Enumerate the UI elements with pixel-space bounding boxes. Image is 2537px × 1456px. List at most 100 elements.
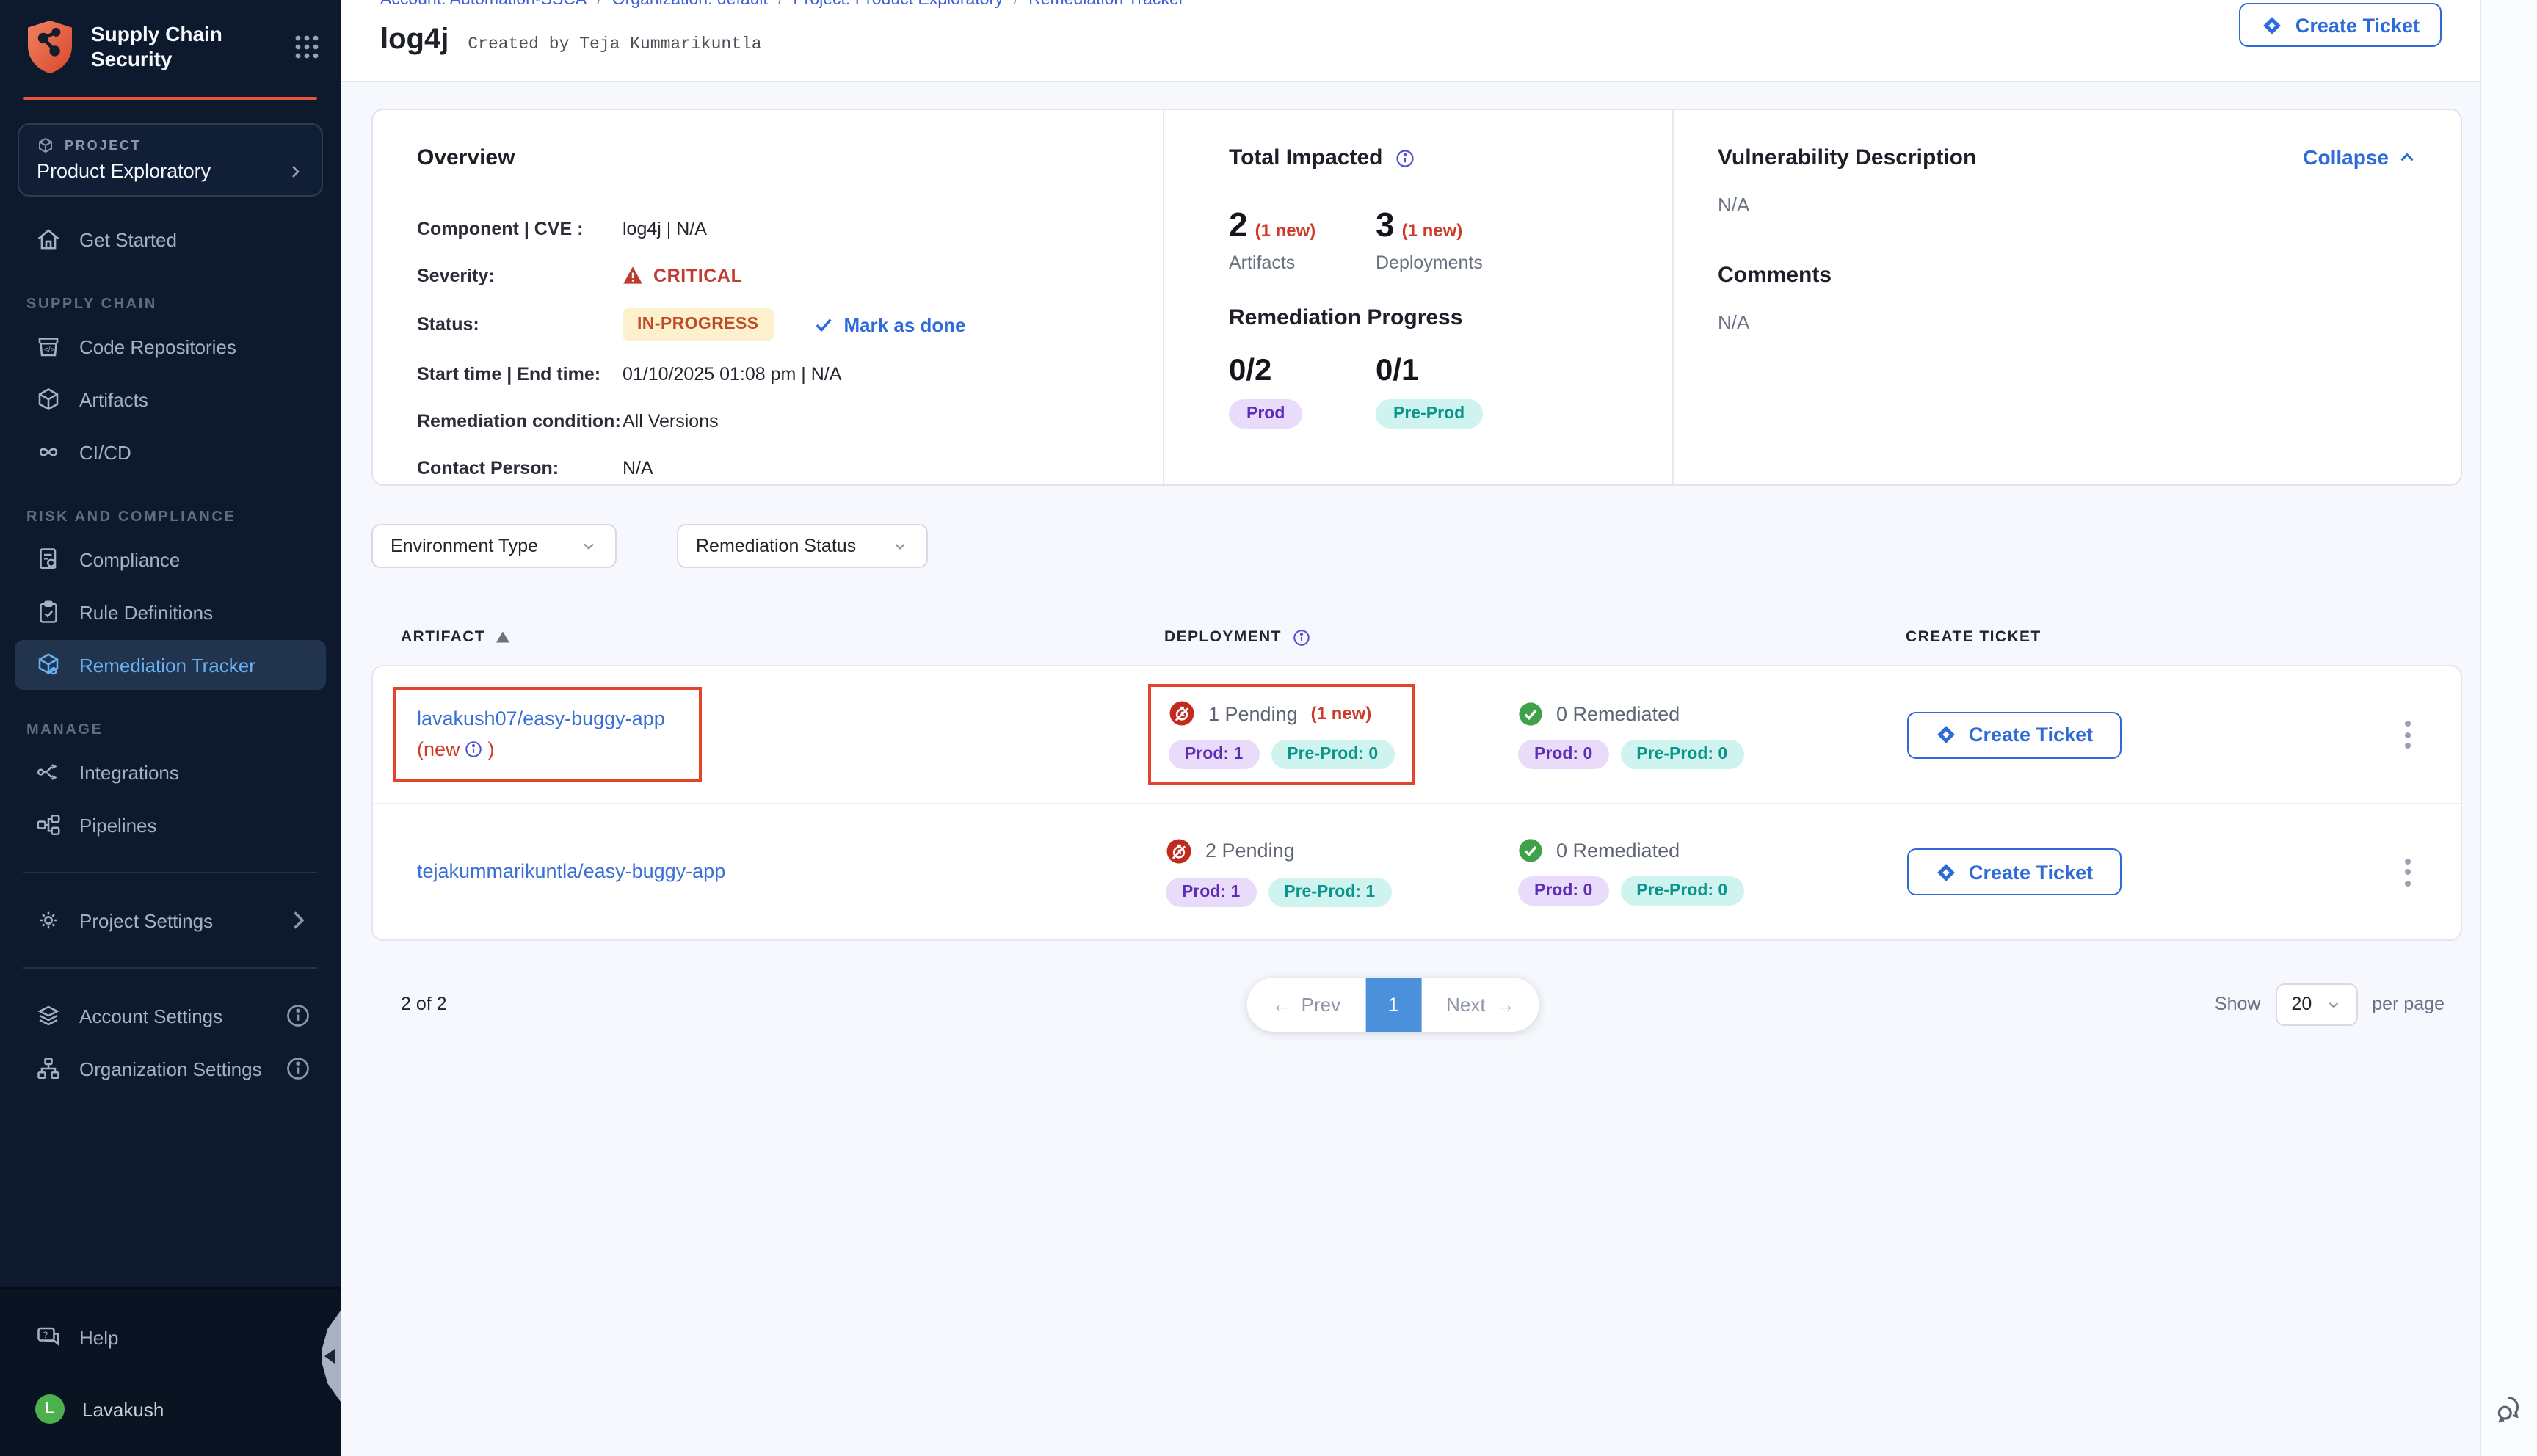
- prod-count-badge: Prod: 0: [1518, 876, 1608, 906]
- overview-row-component: Component | CVE : log4j | N/A: [417, 214, 1163, 242]
- remediation-status-filter[interactable]: Remediation Status: [677, 524, 928, 568]
- environment-type-filter[interactable]: Environment Type: [371, 524, 617, 568]
- breadcrumb-page[interactable]: Remediation Tracker: [1028, 0, 1184, 9]
- status-badge: IN-PROGRESS: [623, 308, 773, 341]
- sidebar-item-compliance[interactable]: Compliance: [15, 534, 326, 584]
- sidebar-item-get-started[interactable]: Get Started: [15, 214, 326, 264]
- new-flag: ): [488, 735, 495, 765]
- support-chat-bubbles-icon[interactable]: [2493, 1391, 2528, 1427]
- sidebar-item-help[interactable]: ? Help: [15, 1312, 326, 1362]
- sidebar-item-label: Help: [79, 1326, 119, 1348]
- breadcrumb-account[interactable]: Account: Automation-SSCA: [380, 0, 587, 9]
- prod-badge: Prod: [1229, 399, 1302, 429]
- overview-title: Overview: [417, 145, 1163, 170]
- avatar: L: [35, 1394, 65, 1424]
- row-menu-kebab-icon[interactable]: [2405, 858, 2461, 886]
- sidebar-item-label: Pipelines: [79, 814, 157, 836]
- breadcrumb-project[interactable]: Project: Product Exploratory: [793, 0, 1003, 9]
- sidebar-item-label: Artifacts: [79, 388, 148, 410]
- sidebar-item-integrations[interactable]: Integrations: [15, 747, 326, 797]
- chevron-right-icon: [285, 907, 311, 933]
- severity-value: CRITICAL: [653, 265, 742, 285]
- org-hierarchy-icon: [35, 1055, 62, 1082]
- breadcrumb-separator: /: [778, 0, 783, 9]
- sidebar-item-user[interactable]: L Lavakush: [15, 1383, 326, 1435]
- create-ticket-button-row[interactable]: Create Ticket: [1907, 848, 2121, 895]
- per-page-label: per page: [2372, 994, 2445, 1014]
- remediated-count: 0 Remediated: [1556, 702, 1680, 724]
- app-root: Supply Chain Security PROJECT Product Ex…: [0, 0, 2537, 1456]
- overview-row-severity: Severity: CRITICAL: [417, 261, 1163, 289]
- column-label: ARTIFACT: [401, 628, 485, 646]
- main-area: Account: Automation-SSCA / Organization: d…: [341, 0, 2480, 1456]
- create-ticket-button-header[interactable]: Create Ticket: [2240, 3, 2442, 47]
- sidebar-item-label: Integrations: [79, 761, 179, 783]
- check-circle-icon: [1518, 701, 1543, 726]
- filter-label: Remediation Status: [696, 536, 856, 556]
- pager: ← Prev 1 Next →: [1247, 977, 1540, 1031]
- chevron-up-icon: [2398, 148, 2417, 167]
- artifact-link[interactable]: lavakush07/easy-buggy-app: [417, 704, 678, 735]
- overview-row-condition: Remediation condition: All Versions: [417, 407, 1163, 434]
- remediated-cell: 0 Remediated Prod: 0 Pre-Prod: 0: [1518, 838, 1907, 906]
- chevron-down-icon: [891, 537, 909, 555]
- impacted-deployments: 3(1 new) Deployments: [1376, 205, 1522, 273]
- module-grid-icon[interactable]: [294, 34, 320, 60]
- info-circle-icon[interactable]: [465, 740, 484, 760]
- sidebar-item-label: Rule Definitions: [79, 601, 213, 623]
- clipboard-check-icon: [35, 599, 62, 625]
- table-filters: Environment Type Remediation Status: [371, 524, 2462, 568]
- info-circle-icon[interactable]: [1395, 148, 1415, 168]
- next-page-button[interactable]: Next →: [1421, 977, 1539, 1031]
- cube-icon: [35, 386, 62, 412]
- info-circle-icon[interactable]: [1292, 627, 1311, 647]
- collapse-arrow-icon: [324, 1349, 334, 1364]
- sidebar-item-project-settings[interactable]: Project Settings: [15, 895, 326, 945]
- mark-as-done-link[interactable]: Mark as done: [813, 313, 965, 335]
- sidebar-item-pipelines[interactable]: Pipelines: [15, 800, 326, 850]
- new-flag: (new: [417, 735, 460, 765]
- sidebar-item-cicd[interactable]: CI/CD: [15, 427, 326, 477]
- check-icon: [813, 314, 833, 335]
- row-menu-kebab-icon[interactable]: [2405, 721, 2461, 749]
- sidebar: Supply Chain Security PROJECT Product Ex…: [0, 0, 341, 1456]
- deployment-cell: 2 Pending Prod: 1 Pre-Prod: 1: [1166, 837, 1518, 906]
- critical-warning-icon: [623, 266, 643, 285]
- sidebar-section-supply-chain: SUPPLY CHAIN: [0, 267, 341, 318]
- app-title: Supply Chain Security: [91, 23, 279, 71]
- project-selector[interactable]: PROJECT Product Exploratory: [18, 123, 323, 197]
- sidebar-item-label: Remediation Tracker: [79, 654, 255, 676]
- pending-new: (1 new): [1311, 703, 1372, 724]
- create-ticket-button-row[interactable]: Create Ticket: [1907, 711, 2121, 758]
- progress-prod: 0/2 Prod: [1229, 354, 1376, 429]
- breadcrumb-org[interactable]: Organization: default: [612, 0, 768, 9]
- impact-column: Total Impacted 2(1 new) Artifacts 3(1 ne…: [1163, 110, 1672, 484]
- brand-divider: [23, 97, 317, 100]
- page-number-active[interactable]: 1: [1365, 977, 1421, 1031]
- table-header: ARTIFACT DEPLOYMENT CREATE TICKET: [371, 609, 2462, 665]
- sidebar-item-label: Project Settings: [79, 909, 213, 931]
- sidebar-item-code-repositories[interactable]: </> Code Repositories: [15, 321, 326, 371]
- sidebar-item-artifacts[interactable]: Artifacts: [15, 374, 326, 424]
- layers-icon: [35, 1002, 62, 1029]
- preprod-count-badge: Pre-Prod: 0: [1620, 876, 1743, 906]
- breadcrumb-separator: /: [597, 0, 601, 9]
- sidebar-item-remediation-tracker[interactable]: Remediation Tracker: [15, 640, 326, 690]
- table-row: tejakummarikuntla/easy-buggy-app 2 Pendi…: [373, 803, 2461, 939]
- help-chat-icon: ?: [35, 1324, 62, 1350]
- sidebar-item-organization-settings[interactable]: Organization Settings: [15, 1044, 326, 1093]
- column-header-artifact[interactable]: ARTIFACT: [401, 628, 1164, 646]
- chevron-down-icon: [580, 537, 598, 555]
- collapse-link[interactable]: Collapse: [2303, 145, 2417, 169]
- prev-page-button[interactable]: ← Prev: [1247, 977, 1365, 1031]
- artifact-link[interactable]: tejakummarikuntla/easy-buggy-app: [402, 856, 1166, 887]
- info-circle-icon: [285, 1002, 311, 1029]
- progress-preprod: 0/1 Pre-Prod: [1376, 354, 1522, 429]
- column-label: DEPLOYMENT: [1164, 628, 1282, 646]
- sidebar-item-rule-definitions[interactable]: Rule Definitions: [15, 587, 326, 637]
- page-size-select[interactable]: 20: [2275, 983, 2357, 1025]
- sidebar-item-account-settings[interactable]: Account Settings: [15, 991, 326, 1041]
- sidebar-item-label: Organization Settings: [79, 1058, 262, 1080]
- pending-clock-icon: [1169, 700, 1195, 727]
- page-title: log4j: [380, 23, 449, 57]
